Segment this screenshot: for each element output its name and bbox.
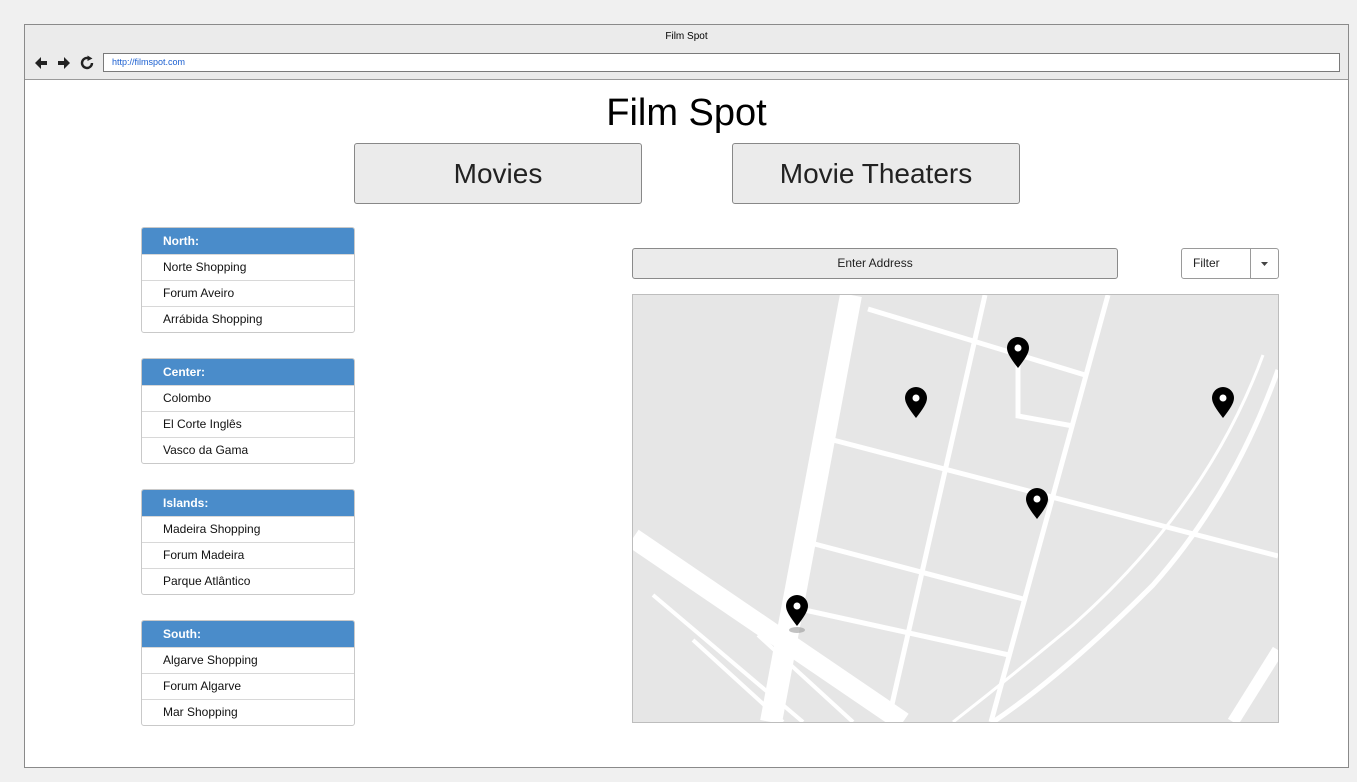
- map-pin-icon[interactable]: [1026, 488, 1048, 519]
- region-header: Center:: [142, 359, 354, 385]
- theater-item[interactable]: Norte Shopping: [142, 254, 354, 280]
- filter-select[interactable]: Filter: [1181, 248, 1279, 279]
- theater-item[interactable]: Colombo: [142, 385, 354, 411]
- theater-item[interactable]: Forum Algarve: [142, 673, 354, 699]
- forward-arrow-icon[interactable]: [56, 55, 72, 71]
- region-list-islands: Islands: Madeira Shopping Forum Madeira …: [141, 489, 355, 595]
- map-pin-icon[interactable]: [1007, 337, 1029, 368]
- url-bar[interactable]: http://filmspot.com: [103, 53, 1340, 72]
- theater-item[interactable]: El Corte Inglês: [142, 411, 354, 437]
- address-input[interactable]: Enter Address: [632, 248, 1118, 279]
- region-header: South:: [142, 621, 354, 647]
- map-canvas[interactable]: [633, 295, 1278, 722]
- filter-dropdown-button[interactable]: [1250, 249, 1278, 278]
- theater-item[interactable]: Mar Shopping: [142, 699, 354, 725]
- theater-item[interactable]: Algarve Shopping: [142, 647, 354, 673]
- theater-item[interactable]: Arrábida Shopping: [142, 306, 354, 332]
- page-title: Film Spot: [606, 92, 767, 134]
- map-road: [867, 306, 1086, 378]
- map-road: [1227, 646, 1278, 722]
- map-roads: [633, 295, 1278, 722]
- map-road: [832, 437, 1278, 559]
- theater-item[interactable]: Madeira Shopping: [142, 516, 354, 542]
- theater-item[interactable]: Forum Madeira: [142, 542, 354, 568]
- region-list-north: North: Norte Shopping Forum Aveiro Arráb…: [141, 227, 355, 333]
- theater-item[interactable]: Vasco da Gama: [142, 437, 354, 463]
- theater-item[interactable]: Forum Aveiro: [142, 280, 354, 306]
- region-list-south: South: Algarve Shopping Forum Algarve Ma…: [141, 620, 355, 726]
- filter-value: Filter: [1193, 256, 1220, 270]
- theater-item[interactable]: Parque Atlântico: [142, 568, 354, 594]
- back-arrow-icon[interactable]: [33, 55, 49, 71]
- reload-icon[interactable]: [79, 55, 95, 71]
- map-pin-icon[interactable]: [1212, 387, 1234, 418]
- map-pin-icon[interactable]: [905, 387, 927, 418]
- map-road: [885, 295, 988, 722]
- browser-toolbar: http://filmspot.com: [25, 49, 1348, 80]
- chevron-down-icon: [1261, 262, 1268, 266]
- movies-button[interactable]: Movies: [354, 143, 642, 204]
- map-view[interactable]: [632, 294, 1279, 723]
- window-title: Film Spot: [25, 25, 1348, 50]
- region-header: North:: [142, 228, 354, 254]
- region-header: Islands:: [142, 490, 354, 516]
- movie-theaters-button[interactable]: Movie Theaters: [732, 143, 1020, 204]
- region-list-center: Center: Colombo El Corte Inglês Vasco da…: [141, 358, 355, 464]
- map-road: [790, 604, 1010, 658]
